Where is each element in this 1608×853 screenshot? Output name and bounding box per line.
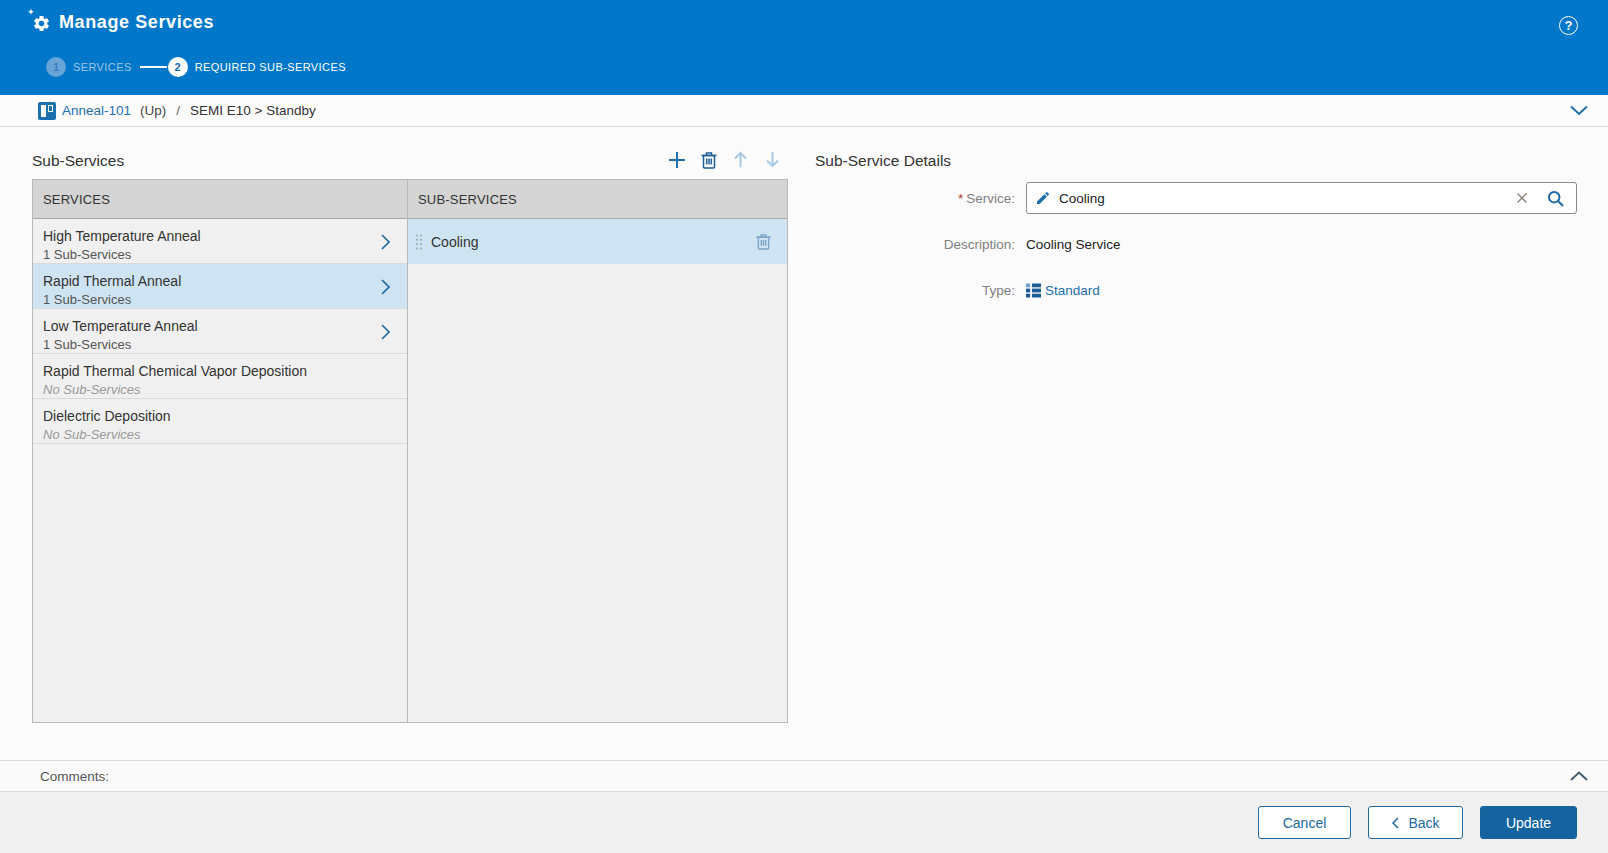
delete-icon[interactable]	[701, 151, 717, 169]
back-chevron-icon	[1391, 817, 1399, 829]
wizard-stepper: 1 SERVICES 2 REQUIRED SUB-SERVICES	[46, 57, 1608, 77]
breadcrumb-separator: /	[176, 103, 180, 118]
chevron-down-icon[interactable]	[1570, 105, 1588, 116]
footer-actions: Cancel Back Update	[0, 792, 1608, 853]
service-row[interactable]: Dielectric Deposition No Sub-Services	[33, 399, 407, 444]
equipment-icon	[38, 102, 56, 120]
service-subtitle: No Sub-Services	[43, 426, 397, 444]
step-1-label: SERVICES	[73, 61, 132, 73]
sub-service-name: Cooling	[431, 234, 478, 250]
page-title: Manage Services	[59, 12, 214, 33]
description-value: Cooling Service	[1026, 237, 1121, 252]
drag-handle-icon[interactable]	[415, 234, 423, 250]
type-label: Type:	[815, 283, 1015, 298]
chevron-up-icon[interactable]	[1570, 771, 1588, 781]
details-form: *Service: Cooling Description: Coolin	[815, 182, 1577, 320]
chevron-right-icon[interactable]	[381, 324, 390, 340]
clear-icon[interactable]	[1516, 192, 1528, 204]
service-input[interactable]: Cooling	[1026, 182, 1577, 214]
breadcrumb-path: SEMI E10 > Standby	[190, 103, 316, 118]
type-grid-icon	[1026, 283, 1041, 298]
sub-services-title: Sub-Services	[32, 151, 124, 170]
service-name: High Temperature Anneal	[43, 226, 397, 246]
description-field-row: Description: Cooling Service	[815, 228, 1577, 260]
remove-sub-service-icon[interactable]	[756, 233, 771, 250]
comments-label: Comments:	[40, 769, 109, 784]
service-label: *Service:	[815, 191, 1015, 206]
breadcrumb-up: (Up)	[140, 103, 166, 118]
step-services[interactable]: 1 SERVICES	[46, 57, 132, 77]
type-field-row: Type: Standard	[815, 274, 1577, 306]
service-input-value: Cooling	[1059, 191, 1105, 206]
service-name: Rapid Thermal Anneal	[43, 271, 397, 291]
move-down-icon[interactable]	[764, 150, 781, 169]
move-up-icon[interactable]	[732, 150, 749, 169]
comments-bar[interactable]: Comments:	[0, 760, 1608, 792]
step-2-label: REQUIRED SUB-SERVICES	[195, 61, 346, 73]
details-title: Sub-Service Details	[815, 151, 1577, 171]
service-name: Low Temperature Anneal	[43, 316, 397, 336]
service-field-row: *Service: Cooling	[815, 182, 1577, 214]
step-2-circle: 2	[168, 57, 188, 77]
step-connector	[140, 66, 167, 68]
services-table: SERVICES High Temperature Anneal 1 Sub-S…	[32, 179, 788, 723]
service-subtitle: No Sub-Services	[43, 381, 397, 399]
services-column-header: SERVICES	[33, 180, 407, 219]
required-mark: *	[958, 191, 963, 206]
spark-icon: ✦	[27, 7, 35, 17]
cancel-button[interactable]: Cancel	[1258, 806, 1351, 839]
service-row[interactable]: Low Temperature Anneal 1 Sub-Services	[33, 309, 407, 354]
breadcrumb: Anneal-101 (Up) / SEMI E10 > Standby	[0, 95, 1608, 127]
search-icon[interactable]	[1547, 190, 1564, 207]
service-row[interactable]: Rapid Thermal Chemical Vapor Deposition …	[33, 354, 407, 399]
type-value[interactable]: Standard	[1026, 283, 1100, 298]
services-gear-icon: ✦	[29, 11, 51, 33]
description-label: Description:	[815, 237, 1015, 252]
add-icon[interactable]	[668, 151, 686, 169]
step-1-circle: 1	[46, 57, 66, 77]
update-button[interactable]: Update	[1480, 806, 1577, 839]
sub-services-column-header: SUB-SERVICES	[408, 180, 787, 219]
sub-service-details-panel: Sub-Service Details *Service: Cooling	[815, 127, 1577, 760]
app-header: ✦ Manage Services ? 1 SERVICES 2 REQUIRE…	[0, 0, 1608, 95]
sub-services-column: SUB-SERVICES Cooling	[408, 180, 787, 722]
chevron-right-icon[interactable]	[381, 279, 390, 295]
service-name: Dielectric Deposition	[43, 406, 397, 426]
title-row: ✦ Manage Services	[0, 0, 1608, 33]
service-subtitle: 1 Sub-Services	[43, 291, 397, 309]
sub-services-toolbar	[668, 150, 788, 170]
back-button[interactable]: Back	[1368, 806, 1463, 839]
step-required-sub-services[interactable]: 2 REQUIRED SUB-SERVICES	[168, 57, 346, 77]
services-column: SERVICES High Temperature Anneal 1 Sub-S…	[33, 180, 408, 722]
breadcrumb-entity-link[interactable]: Anneal-101	[62, 103, 131, 118]
sub-service-row[interactable]: Cooling	[408, 219, 787, 264]
type-value-text: Standard	[1045, 283, 1100, 298]
sub-services-panel: Sub-Services SERVICES High	[32, 127, 788, 760]
sub-services-panel-head: Sub-Services	[32, 127, 788, 179]
service-row[interactable]: High Temperature Anneal 1 Sub-Services	[33, 219, 407, 264]
help-icon[interactable]: ?	[1559, 16, 1578, 35]
service-subtitle: 1 Sub-Services	[43, 246, 397, 264]
service-name: Rapid Thermal Chemical Vapor Deposition	[43, 361, 397, 381]
edit-pencil-icon	[1035, 190, 1051, 206]
main-content: Sub-Services SERVICES High	[0, 127, 1608, 760]
service-subtitle: 1 Sub-Services	[43, 336, 397, 354]
chevron-right-icon[interactable]	[381, 234, 390, 250]
service-row[interactable]: Rapid Thermal Anneal 1 Sub-Services	[33, 264, 407, 309]
